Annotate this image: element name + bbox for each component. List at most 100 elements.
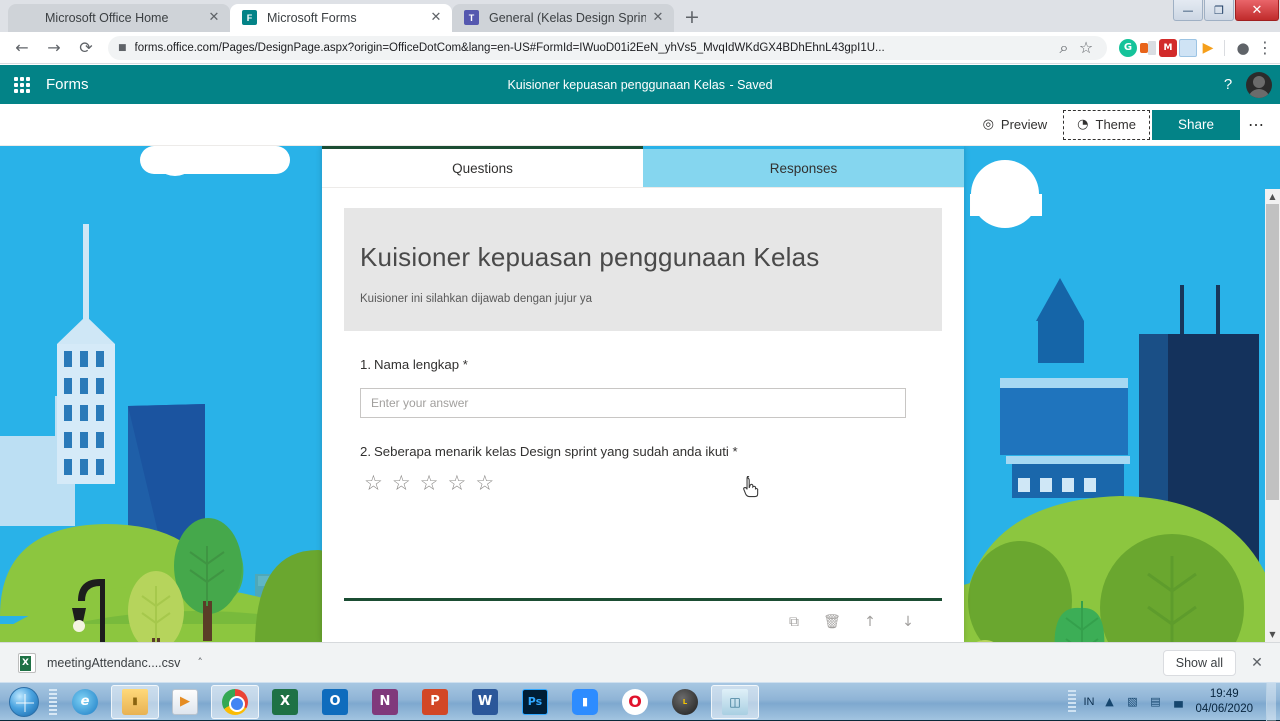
red-extension-icon[interactable]: M — [1159, 38, 1177, 57]
help-icon[interactable]: ? — [1214, 71, 1242, 99]
bookmark-star-icon[interactable]: ☆ — [1077, 36, 1095, 60]
windows-taskbar: e ▮ ▶ X O N P W Ps ▮ O L ◫ IN ▲ ▧ ▤ ▄ 19… — [0, 682, 1280, 721]
app-launcher-icon[interactable] — [0, 65, 44, 104]
forms-icon: F — [242, 10, 258, 26]
taskbar-item-media-player[interactable]: ▶ — [161, 685, 209, 719]
delete-question-icon[interactable]: 🗑 — [822, 612, 842, 632]
rating-star-3[interactable]: ☆ — [420, 473, 439, 494]
answer-input[interactable]: Enter your answer — [360, 388, 906, 418]
taskbar-item-file-explorer[interactable]: ▮ — [111, 684, 159, 719]
forms-brand-label[interactable]: Forms — [46, 76, 89, 93]
taskbar-item-excel[interactable]: X — [261, 685, 309, 719]
browser-menu-icon[interactable]: ⋮ — [1256, 35, 1274, 61]
form-title[interactable]: Kuisioner kepuasan penggunaan Kelas — [360, 242, 926, 273]
file-explorer-icon: ▮ — [122, 688, 148, 715]
word-icon: W — [472, 688, 498, 715]
show-hidden-icons-icon[interactable]: ▲ — [1101, 694, 1117, 710]
office-icon — [20, 10, 36, 26]
address-bar[interactable]: ■ forms.office.com/Pages/DesignPage.aspx… — [108, 35, 1107, 60]
question-card-1[interactable]: 1. Nama lengkap * Enter your answer — [344, 331, 942, 418]
scroll-down-arrow-icon[interactable]: ▼ — [1265, 627, 1280, 642]
navigation-bar: ← → ⟳ ■ forms.office.com/Pages/DesignPag… — [0, 32, 1280, 64]
profile-icon[interactable]: ● — [1232, 35, 1254, 61]
show-all-downloads-button[interactable]: Show all — [1162, 649, 1236, 676]
video-downloader-extension-icon[interactable]: ▶ — [1199, 39, 1217, 57]
tab-questions[interactable]: Questions — [322, 146, 643, 187]
start-button[interactable] — [2, 685, 46, 719]
browser-tab-microsoft-forms[interactable]: F Microsoft Forms ✕ — [230, 4, 452, 32]
browser-tab-teams-general[interactable]: T General (Kelas Design Sprint 1) | ✕ — [452, 4, 674, 32]
minimize-button[interactable]: — — [1173, 0, 1203, 21]
download-item[interactable]: meetingAttendanc....csv ˄ — [12, 652, 209, 673]
taskbar-item-word[interactable]: W — [461, 685, 509, 719]
action-center-icon[interactable]: ▧ — [1124, 694, 1140, 710]
taskbar-item-sticky-notes[interactable]: ◫ — [711, 684, 759, 719]
taskbar-item-photoshop[interactable]: Ps — [511, 685, 559, 719]
move-down-icon[interactable]: ↓ — [898, 612, 918, 632]
onenote-icon: N — [372, 688, 398, 715]
scrollbar-thumb[interactable] — [1266, 204, 1279, 500]
taskbar-item-outlook[interactable]: O — [311, 685, 359, 719]
form-tabs: Questions Responses — [322, 146, 964, 188]
theme-button[interactable]: ◔ Theme — [1063, 109, 1150, 140]
taskbar-item-logo-app[interactable]: L — [661, 685, 709, 719]
zoom-icon[interactable]: ⌕ — [1055, 36, 1073, 60]
taskbar-item-onenote[interactable]: N — [361, 685, 409, 719]
preview-button[interactable]: ◎ Preview — [969, 110, 1062, 140]
clock-time: 19:49 — [1209, 688, 1239, 701]
form-title-card[interactable]: Kuisioner kepuasan penggunaan Kelas Kuis… — [344, 208, 942, 331]
rating-star-1[interactable]: ☆ — [364, 473, 383, 494]
forward-icon[interactable]: → — [41, 35, 67, 61]
show-desktop-button[interactable] — [1266, 682, 1276, 721]
pdf-extension-icon[interactable] — [1139, 38, 1157, 57]
rating-star-2[interactable]: ☆ — [392, 473, 411, 494]
move-up-icon[interactable]: ↑ — [860, 612, 880, 632]
answer-placeholder: Enter your answer — [371, 396, 469, 410]
close-icon[interactable]: ✕ — [206, 10, 222, 26]
close-download-shelf-icon[interactable]: ✕ — [1246, 652, 1268, 674]
taskbar-item-powerpoint[interactable]: P — [411, 685, 459, 719]
close-icon[interactable]: ✕ — [650, 10, 666, 26]
saved-status: - Saved — [729, 77, 773, 92]
theme-icon: ◔ — [1077, 117, 1089, 132]
close-window-button[interactable]: ✕ — [1235, 0, 1279, 21]
rating-stars[interactable]: ☆ ☆ ☆ ☆ ☆ — [360, 473, 926, 494]
clock-date: 04/06/2020 — [1195, 702, 1253, 715]
taskbar-item-opera[interactable]: O — [611, 685, 659, 719]
clipboard-icon[interactable]: ▤ — [1147, 694, 1163, 710]
document-extension-icon[interactable] — [1179, 38, 1197, 57]
rating-star-5[interactable]: ☆ — [475, 473, 494, 494]
chevron-up-icon[interactable]: ˄ — [197, 656, 203, 669]
copy-question-icon[interactable]: ⧉ — [784, 612, 804, 632]
new-tab-button[interactable]: + — [678, 4, 706, 32]
forms-canvas: Questions Responses Kuisioner kepuasan p… — [0, 146, 1280, 642]
back-icon[interactable]: ← — [9, 35, 35, 61]
rating-star-4[interactable]: ☆ — [447, 473, 466, 494]
forms-toolbar: ◎ Preview ◔ Theme Share ⋯ — [0, 104, 1280, 146]
avatar[interactable] — [1246, 71, 1272, 98]
tab-title: Microsoft Office Home — [45, 11, 169, 25]
taskbar-item-internet-explorer[interactable]: e — [61, 685, 109, 719]
browser-tab-office-home[interactable]: Microsoft Office Home ✕ — [8, 4, 230, 32]
question-card-2[interactable]: 2. Seberapa menarik kelas Design sprint y… — [344, 418, 942, 494]
maximize-button[interactable]: ❐ — [1204, 0, 1234, 21]
question-label: 2. Seberapa menarik kelas Design sprint y… — [360, 444, 926, 459]
clock[interactable]: 19:49 04/06/2020 — [1193, 687, 1259, 716]
opera-icon: O — [622, 688, 648, 715]
photoshop-icon: Ps — [522, 688, 548, 715]
scroll-up-arrow-icon[interactable]: ▲ — [1265, 189, 1280, 204]
taskbar-item-zoom[interactable]: ▮ — [561, 685, 609, 719]
grammarly-extension-icon[interactable]: G — [1119, 38, 1137, 57]
mouse-cursor — [743, 476, 759, 498]
form-subtitle[interactable]: Kuisioner ini silahkan dijawab dengan ju… — [360, 293, 926, 305]
reload-icon[interactable]: ⟳ — [73, 35, 99, 61]
tab-responses[interactable]: Responses — [643, 146, 964, 187]
share-button[interactable]: Share — [1151, 109, 1240, 140]
page-scrollbar[interactable]: ▲ ▼ — [1265, 189, 1280, 642]
taskbar-item-chrome[interactable] — [211, 684, 259, 719]
network-signal-icon[interactable]: ▄ — [1170, 694, 1186, 710]
language-indicator[interactable]: IN — [1083, 696, 1094, 708]
close-icon[interactable]: ✕ — [428, 10, 444, 26]
more-options-icon[interactable]: ⋯ — [1242, 111, 1270, 139]
download-shelf: meetingAttendanc....csv ˄ Show all ✕ — [0, 642, 1280, 682]
